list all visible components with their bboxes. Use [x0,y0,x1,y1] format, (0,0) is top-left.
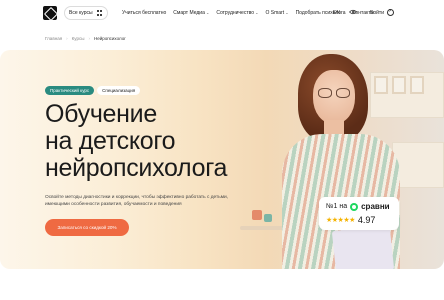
all-courses-label: Все курсы [69,10,93,16]
breadcrumb-current: Нейропсихолог [93,36,126,41]
breadcrumb-separator: › [66,36,68,41]
course-tags: Практический курс Специализация [45,86,141,95]
sravni-logo-icon [350,202,359,211]
glasses [318,88,352,98]
breadcrumb-courses[interactable]: Курсы [72,36,85,41]
login-icon [387,8,394,16]
login-label: Войти [370,9,384,16]
held-cards [331,225,395,269]
nav-item-free-learning[interactable]: Учиться бесплатно [122,10,166,16]
title-line: на детского [45,127,176,155]
tag-specialization: Специализация [97,86,141,95]
login-button[interactable]: Войти [370,8,394,16]
wall-picture [392,76,406,94]
toy-block [264,214,272,222]
page-title: Обучение на детского нейропсихолога [45,101,305,182]
all-courses-button[interactable]: Все курсы [64,6,108,20]
rating-prefix: №1 на [326,203,348,210]
rating-score: 4.97 [357,215,376,225]
rating-score-row: ★★★★★ 4.97 [326,215,375,225]
course-description: Освойте методы диагностики и коррекции, … [45,195,229,207]
title-line: Обучение [45,100,157,128]
grid-icon [96,10,103,16]
language-switch[interactable]: EN [333,10,340,16]
rating-badge[interactable]: №1 на сравни ★★★★★ 4.97 [319,197,399,230]
tag-practical: Практический курс [45,86,95,95]
breadcrumb: Главная › Курсы › Нейропсихолог [45,36,126,41]
title-line: нейропсихолога [45,154,228,182]
site-header: Все курсы Учиться бесплатно Смарт Медиа … [0,0,444,26]
breadcrumb-home[interactable]: Главная [45,36,62,41]
eye-icon[interactable] [349,9,357,15]
breadcrumb-separator: › [88,36,90,41]
toy-block [252,210,262,220]
rating-brand: сравни [361,202,390,211]
rating-source: №1 на сравни [326,202,390,211]
enroll-button[interactable]: Записаться со скидкой 20% [45,219,129,236]
nav-item-about[interactable]: О Smart [265,10,288,16]
wall-picture [410,76,424,94]
nav-item-smart-media[interactable]: Смарт Медиа [173,10,209,16]
brand-logo[interactable] [43,6,57,20]
nav-item-cooperation[interactable]: Сотрудничество [216,10,258,16]
wall-picture [374,76,388,94]
star-icons: ★★★★★ [326,217,355,224]
